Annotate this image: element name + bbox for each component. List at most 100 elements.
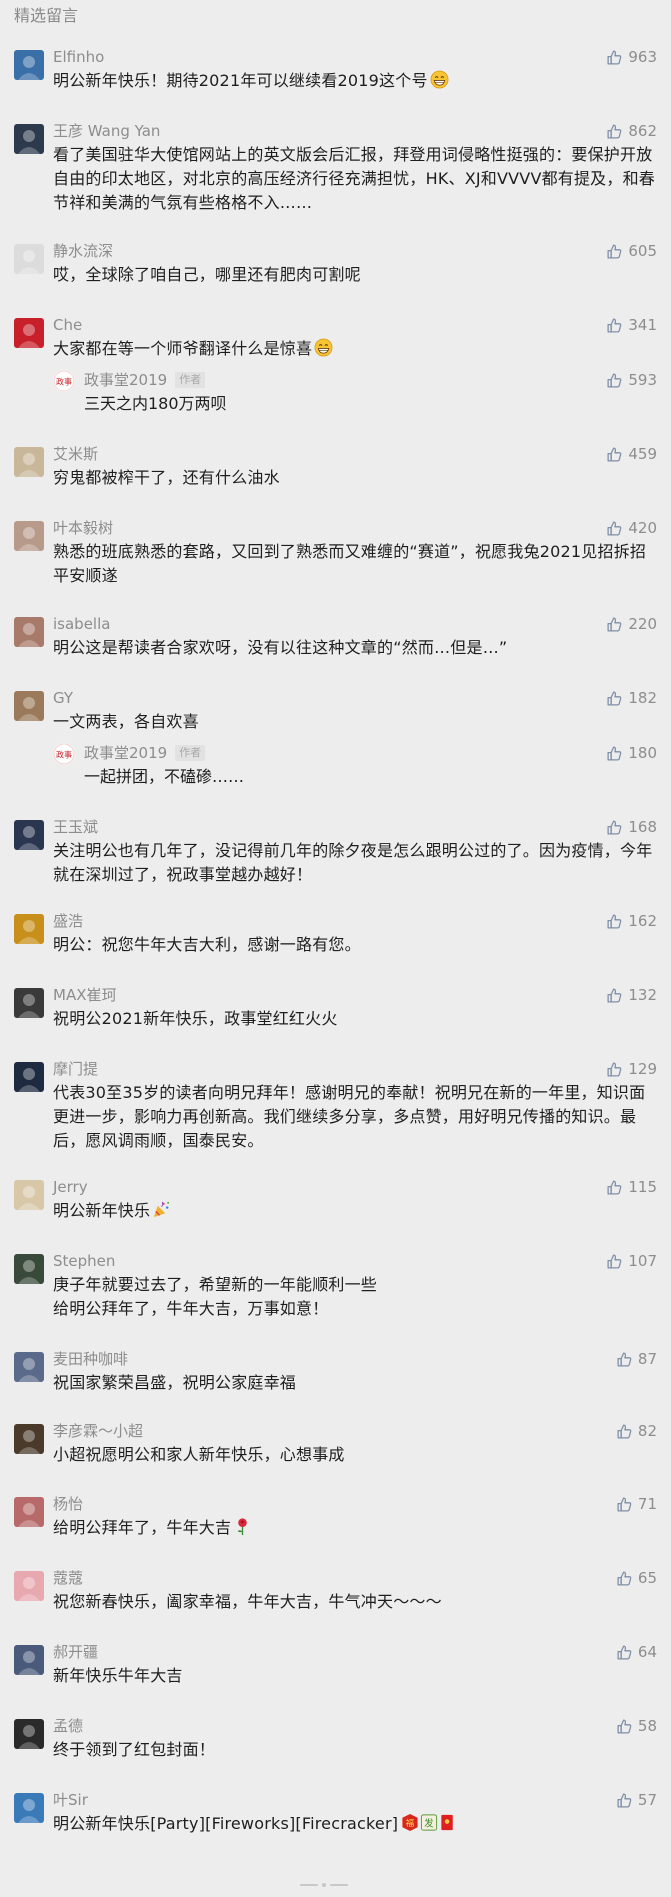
- thumb-up-icon: [606, 123, 623, 140]
- like-button[interactable]: 129: [606, 1059, 657, 1079]
- author-avatar[interactable]: 政事: [53, 743, 75, 765]
- like-button[interactable]: 71: [616, 1494, 657, 1514]
- comment-text: 看了美国驻华大使馆网站上的英文版会后汇报，拜登用词侵略性挺强的：要保护开放自由的…: [53, 145, 655, 212]
- commenter-name: Elfinho: [53, 48, 105, 66]
- avatar[interactable]: [14, 1793, 44, 1823]
- avatar[interactable]: [14, 691, 44, 721]
- like-button[interactable]: 220: [606, 614, 657, 634]
- like-count: 82: [637, 1422, 657, 1440]
- commenter-name: GY: [53, 689, 74, 707]
- thumb-up-icon: [616, 1644, 633, 1661]
- avatar[interactable]: [14, 1424, 44, 1454]
- comment-text: 代表30至35岁的读者向明兄拜年！感谢明兄的奉献！祝明兄在新的一年里，知识面更进…: [53, 1083, 646, 1150]
- like-button[interactable]: 115: [606, 1177, 657, 1197]
- like-count: 64: [637, 1643, 657, 1661]
- like-button[interactable]: 420: [606, 518, 657, 538]
- comment-text: 祝国家繁荣昌盛，祝明公家庭幸福: [53, 1373, 297, 1392]
- reply-text: 一起拼团，不磕碜……: [84, 767, 245, 786]
- thumb-up-icon: [606, 616, 623, 633]
- like-button[interactable]: 182: [606, 688, 657, 708]
- comment-text: 新年快乐牛年大吉: [53, 1666, 183, 1685]
- like-button[interactable]: 64: [616, 1642, 657, 1662]
- svg-text:发: 发: [424, 1817, 434, 1829]
- avatar[interactable]: [14, 914, 44, 944]
- avatar[interactable]: [14, 1352, 44, 1382]
- avatar[interactable]: [14, 988, 44, 1018]
- commenter-name: Che: [53, 316, 83, 334]
- like-button[interactable]: 341: [606, 315, 657, 335]
- avatar[interactable]: [14, 1062, 44, 1092]
- avatar[interactable]: [14, 1497, 44, 1527]
- like-button[interactable]: 58: [616, 1716, 657, 1736]
- avatar[interactable]: [14, 50, 44, 80]
- thumb-up-icon: [616, 1718, 633, 1735]
- like-button[interactable]: 82: [616, 1421, 657, 1441]
- like-button[interactable]: 593: [606, 370, 657, 390]
- like-count: 129: [628, 1060, 657, 1078]
- thumb-up-icon: [606, 690, 623, 707]
- thumb-up-icon: [606, 1253, 623, 1270]
- like-count: 220: [628, 615, 657, 633]
- like-count: 115: [628, 1178, 657, 1196]
- like-button[interactable]: 605: [606, 241, 657, 261]
- like-button[interactable]: 168: [606, 817, 657, 837]
- like-count: 71: [637, 1495, 657, 1513]
- avatar[interactable]: [14, 521, 44, 551]
- comment-text: 庚子年就要过去了，希望新的一年能顺利一些 给明公拜年了，牛年大吉，万事如意！: [53, 1275, 378, 1318]
- commenter-name: Jerry: [53, 1178, 88, 1196]
- thumb-up-icon: [606, 446, 623, 463]
- avatar[interactable]: [14, 820, 44, 850]
- commenter-name: 王玉斌: [53, 818, 99, 836]
- like-button[interactable]: 180: [606, 743, 657, 763]
- like-count: 65: [637, 1569, 657, 1587]
- like-button[interactable]: 162: [606, 911, 657, 931]
- avatar[interactable]: [14, 617, 44, 647]
- like-button[interactable]: 65: [616, 1568, 657, 1588]
- reply-author-name: 政事堂2019 作者: [84, 370, 206, 390]
- thumb-up-icon: [606, 913, 623, 930]
- thumb-up-icon: [616, 1351, 633, 1368]
- comment-text: 熟悉的班底熟悉的套路，又回到了熟悉而又难缠的“赛道”，祝愿我兔2021见招拆招平…: [53, 542, 647, 585]
- avatar[interactable]: [14, 318, 44, 348]
- comment-text: 小超祝愿明公和家人新年快乐，心想事成: [53, 1445, 345, 1464]
- avatar[interactable]: [14, 1719, 44, 1749]
- like-button[interactable]: 107: [606, 1251, 657, 1271]
- commenter-name: 王彦 Wang Yan: [53, 122, 161, 140]
- commenter-name: 摩门提: [53, 1060, 99, 1078]
- avatar[interactable]: [14, 244, 44, 274]
- commenter-name: 叶本毅树: [53, 519, 114, 537]
- avatar[interactable]: [14, 1571, 44, 1601]
- pagination-indicator: [300, 1883, 348, 1887]
- comment-text: 祝明公2021新年快乐，政事堂红红火火: [53, 1009, 338, 1028]
- commenter-name: 杨怡: [53, 1495, 84, 1513]
- like-count: 162: [628, 912, 657, 930]
- comment-text: 明公新年快乐[Party][Fireworks][Firecracker] 福发: [53, 1812, 657, 1836]
- like-count: 168: [628, 818, 657, 836]
- like-button[interactable]: 459: [606, 444, 657, 464]
- rose-icon: [231, 1518, 252, 1537]
- commenter-name: 盛浩: [53, 912, 84, 930]
- commenter-name: 麦田种咖啡: [53, 1350, 129, 1368]
- comment-text: 明公这是帮读者合家欢呀，没有以往这种文章的“然而…但是…”: [53, 638, 508, 657]
- thumb-up-icon: [606, 317, 623, 334]
- like-button[interactable]: 87: [616, 1349, 657, 1369]
- like-button[interactable]: 862: [606, 121, 657, 141]
- thumb-up-icon: [606, 819, 623, 836]
- like-button[interactable]: 963: [606, 47, 657, 67]
- like-count: 593: [628, 371, 657, 389]
- like-button[interactable]: 57: [616, 1790, 657, 1810]
- svg-text:政事: 政事: [56, 750, 72, 760]
- avatar[interactable]: [14, 1180, 44, 1210]
- thumb-up-icon: [606, 372, 623, 389]
- section-title: 精选留言: [14, 6, 79, 25]
- avatar[interactable]: [14, 1645, 44, 1675]
- avatar[interactable]: [14, 447, 44, 477]
- avatar[interactable]: [14, 1254, 44, 1284]
- like-button[interactable]: 132: [606, 985, 657, 1005]
- avatar[interactable]: [14, 124, 44, 154]
- fu-red-envelope-icon: 福发: [398, 1813, 458, 1833]
- like-count: 58: [637, 1717, 657, 1735]
- author-avatar[interactable]: 政事: [53, 370, 75, 392]
- grin-icon: [428, 70, 449, 90]
- commenter-name: MAX崔珂: [53, 986, 117, 1004]
